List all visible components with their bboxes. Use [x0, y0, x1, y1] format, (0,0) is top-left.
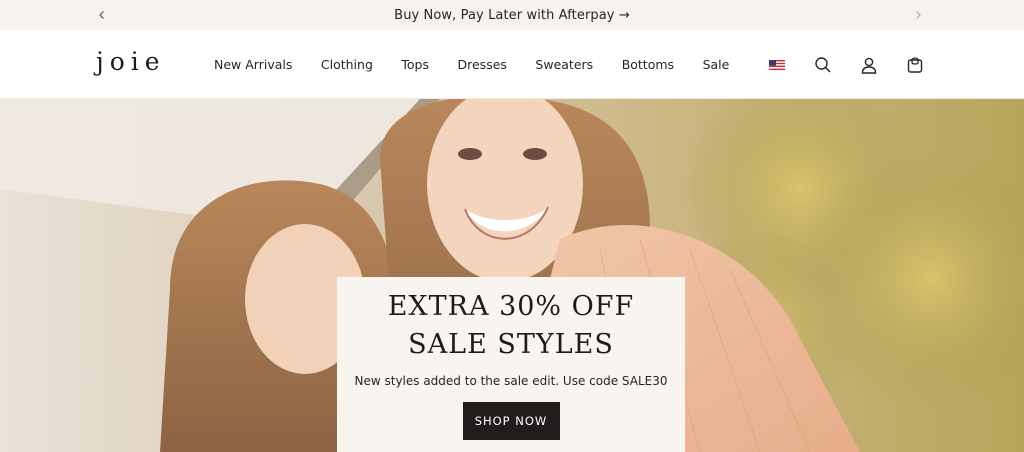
cart-button[interactable] [904, 54, 926, 76]
search-button[interactable] [812, 54, 834, 76]
announcement-message[interactable]: Buy Now, Pay Later with Afterpay → [394, 8, 630, 23]
shop-now-button[interactable]: SHOP NOW [462, 402, 560, 440]
promo-headline: EXTRA 30% OFF SALE STYLES [387, 291, 635, 360]
account-icon [861, 57, 877, 74]
announcement-prev-button[interactable] [90, 0, 114, 30]
chevron-left-icon [99, 11, 104, 19]
search-icon [815, 57, 831, 73]
country-selector[interactable] [766, 54, 788, 76]
cart-icon [907, 57, 923, 73]
account-button[interactable] [858, 54, 880, 76]
announcement-next-button[interactable] [906, 0, 930, 30]
chevron-right-icon [916, 11, 921, 19]
announcement-bar: Buy Now, Pay Later with Afterpay → [0, 0, 1024, 30]
us-flag-icon [768, 59, 786, 71]
hero-banner: EXTRA 30% OFF SALE STYLES New styles add… [0, 99, 1024, 452]
header-utilities [0, 30, 1024, 99]
site-header: joie New Arrivals Clothing Tops Dresses … [0, 30, 1024, 99]
promo-subtext: New styles added to the sale edit. Use c… [354, 374, 668, 388]
promo-card: EXTRA 30% OFF SALE STYLES New styles add… [337, 277, 685, 452]
